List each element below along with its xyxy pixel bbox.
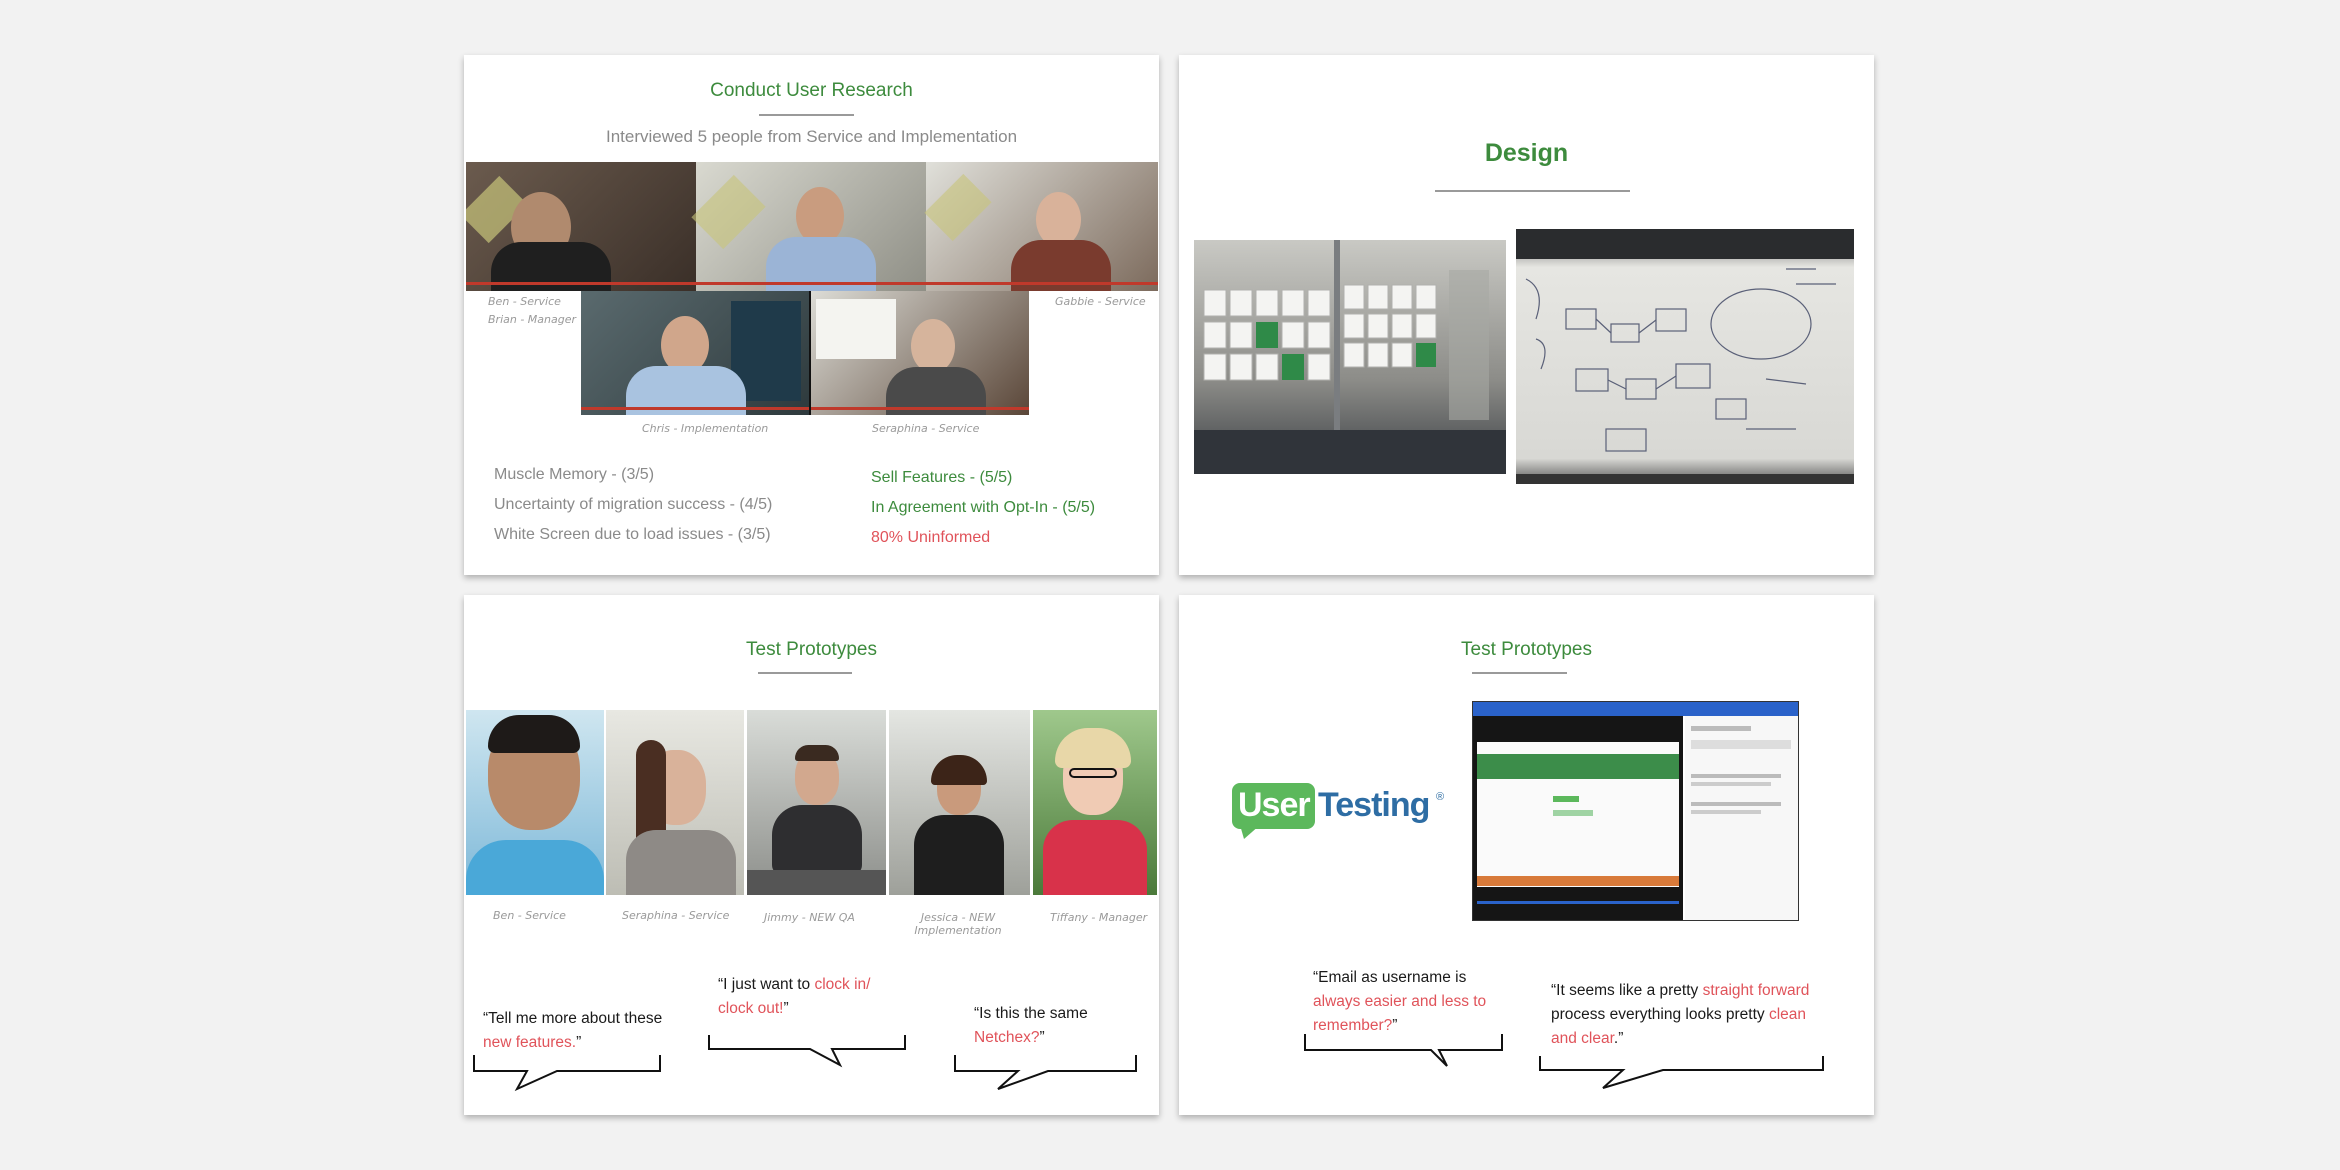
caption-jessica: Jessica - NEW Implementation xyxy=(914,911,1002,937)
caption-jimmy: Jimmy - NEW QA xyxy=(764,911,855,924)
speech-bubble-1 xyxy=(473,1055,661,1092)
title-divider xyxy=(758,672,852,674)
logo-speech-tail xyxy=(1240,825,1260,839)
speech-bubble-2 xyxy=(708,1035,906,1068)
video-seraphina xyxy=(811,291,1029,415)
usertesting-session-screenshot xyxy=(1472,701,1799,921)
session-notes-pane xyxy=(1685,716,1798,920)
slide-subtitle: Interviewed 5 people from Service and Im… xyxy=(605,127,1018,146)
quote-text-mid: process everything looks pretty xyxy=(1551,1006,1769,1023)
quote-email-username: “Email as username is always easier and … xyxy=(1313,966,1503,1038)
title-divider xyxy=(1435,190,1630,192)
video-gabbie xyxy=(924,162,1158,291)
quote-close: ” xyxy=(1039,1029,1045,1046)
slide-title: Test Prototypes xyxy=(746,639,877,660)
quote-clock-in: “I just want to clock in/ clock out!” xyxy=(718,973,908,1021)
session-video-pane xyxy=(1473,716,1683,920)
caption-ben: Ben - Service xyxy=(488,295,561,308)
title-divider xyxy=(759,114,854,116)
caption-ben: Ben - Service xyxy=(493,909,566,922)
quote-text: “It seems like a pretty xyxy=(1551,982,1703,999)
quote-highlight: always easier and less to remember? xyxy=(1313,993,1487,1034)
stat-uninformed: 80% Uninformed xyxy=(871,529,991,546)
slide-conduct-user-research: Conduct User Research Interviewed 5 peop… xyxy=(464,55,1159,575)
photo-jessica xyxy=(889,710,1030,895)
video-strip-bottom xyxy=(581,291,1029,415)
quote-new-features: “Tell me more about these new features.” xyxy=(483,1007,663,1055)
slide-title: Conduct User Research xyxy=(710,80,913,101)
quote-straight-forward: “It seems like a pretty straight forward… xyxy=(1551,979,1826,1051)
logo-registered-mark: ® xyxy=(1436,791,1445,803)
video-ben-brian xyxy=(466,162,696,291)
stat-sell-features: Sell Features - (5/5) xyxy=(871,469,1013,486)
photo-design-wall xyxy=(1194,240,1506,474)
slide-test-prototypes-participants: Test Prototypes Ben - Service Seraphina … xyxy=(464,595,1159,1115)
speech-bubble-5 xyxy=(1539,1056,1824,1089)
quote-text: “Is this the same xyxy=(974,1005,1088,1022)
stat-muscle-memory: Muscle Memory - (3/5) xyxy=(494,466,655,483)
caption-seraphina: Seraphina - Service xyxy=(622,909,730,922)
logo-testing: Testing xyxy=(1318,786,1430,824)
stat-white-screen: White Screen due to load issues - (3/5) xyxy=(494,526,771,543)
quote-highlight: new features. xyxy=(483,1034,577,1051)
quote-netchex: “Is this the same Netchex?” xyxy=(974,1002,1124,1050)
session-topbar xyxy=(1473,702,1798,716)
quote-text: “Email as username is xyxy=(1313,969,1467,986)
caption-tiffany: Tiffany - Manager xyxy=(1050,911,1148,924)
speech-bubble-3 xyxy=(954,1055,1137,1090)
caption-chris: Chris - Implementation xyxy=(642,422,769,435)
video-strip-top xyxy=(466,162,1158,291)
photo-ben xyxy=(466,710,604,895)
quote-close: ” xyxy=(783,1000,789,1017)
photo-seraphina xyxy=(606,710,744,895)
stat-agreement: In Agreement with Opt-In - (5/5) xyxy=(871,499,1096,516)
quote-highlight: Netchex? xyxy=(974,1029,1040,1046)
title-divider xyxy=(1472,672,1567,674)
photo-tiffany xyxy=(1033,710,1157,895)
video-chris xyxy=(581,291,809,415)
caption-gabbie: Gabbie - Service xyxy=(1055,295,1146,308)
quote-highlight-1: straight forward xyxy=(1702,982,1810,999)
caption-brian: Brian - Manager xyxy=(488,313,577,326)
video-participant-2 xyxy=(691,162,926,291)
slide-title: Test Prototypes xyxy=(1461,639,1592,660)
stat-uncertainty: Uncertainty of migration success - (4/5) xyxy=(494,496,773,513)
quote-close: ” xyxy=(576,1034,582,1051)
slide-title: Design xyxy=(1484,139,1569,167)
slide-test-prototypes-usertesting: Test Prototypes User Testing ® “Email as xyxy=(1179,595,1874,1115)
quote-close: .” xyxy=(1613,1030,1624,1047)
caption-seraphina: Seraphina - Service xyxy=(872,422,980,435)
photo-whiteboard xyxy=(1516,229,1854,484)
slide-design: Design xyxy=(1179,55,1874,575)
quote-text: “Tell me more about these xyxy=(483,1010,663,1027)
logo-user: User xyxy=(1238,786,1311,824)
quote-text: “I just want to xyxy=(718,976,815,993)
photo-jimmy xyxy=(747,710,886,895)
speech-bubble-4 xyxy=(1304,1034,1503,1067)
